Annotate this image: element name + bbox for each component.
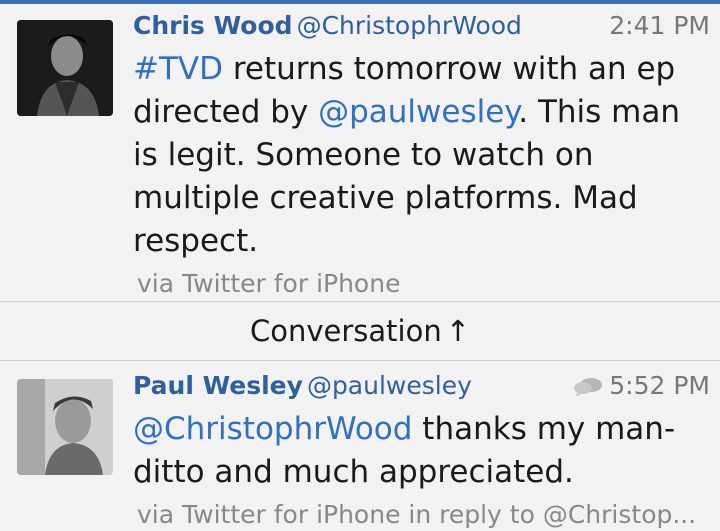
avatar-photo-icon — [17, 20, 113, 116]
mention-link[interactable]: @paulwesley — [318, 94, 518, 130]
author-handle[interactable]: @ChristophrWood — [297, 11, 522, 40]
tweet-text: #TVD returns tomorrow with an ep directe… — [133, 48, 710, 263]
tweet-paul-wesley[interactable]: Paul Wesley @paulwesley 5:52 PM @Christop… — [0, 361, 720, 531]
avatar[interactable] — [17, 379, 113, 475]
avatar[interactable] — [17, 20, 113, 116]
timestamp-with-conversation: 5:52 PM — [573, 366, 710, 406]
timestamp: 5:52 PM — [609, 371, 710, 400]
via-source: via Twitter for iPhone — [137, 269, 401, 298]
author-name[interactable]: Chris Wood — [133, 11, 293, 40]
mention-link[interactable]: @ChristophrWood — [133, 411, 412, 447]
author-handle[interactable]: @paulwesley — [307, 371, 472, 400]
avatar-photo-icon — [17, 379, 113, 475]
tweet-text: @ChristophrWood thanks my man- ditto and… — [133, 408, 710, 494]
speech-bubbles-icon — [574, 378, 603, 397]
conversation-label: Conversation — [249, 314, 442, 348]
conversation-toggle[interactable]: Conversation ↑ — [0, 302, 720, 360]
via-source[interactable]: via Twitter for iPhone in reply to @Chri… — [137, 500, 710, 529]
arrow-up-icon: ↑ — [445, 314, 471, 348]
author-name[interactable]: Paul Wesley — [133, 371, 303, 400]
hashtag-link[interactable]: #TVD — [133, 51, 223, 87]
timestamp: 2:41 PM — [609, 11, 710, 40]
tweet-chris-wood[interactable]: Chris Wood @ChristophrWood 2:41 PM #TVD r… — [0, 4, 720, 301]
